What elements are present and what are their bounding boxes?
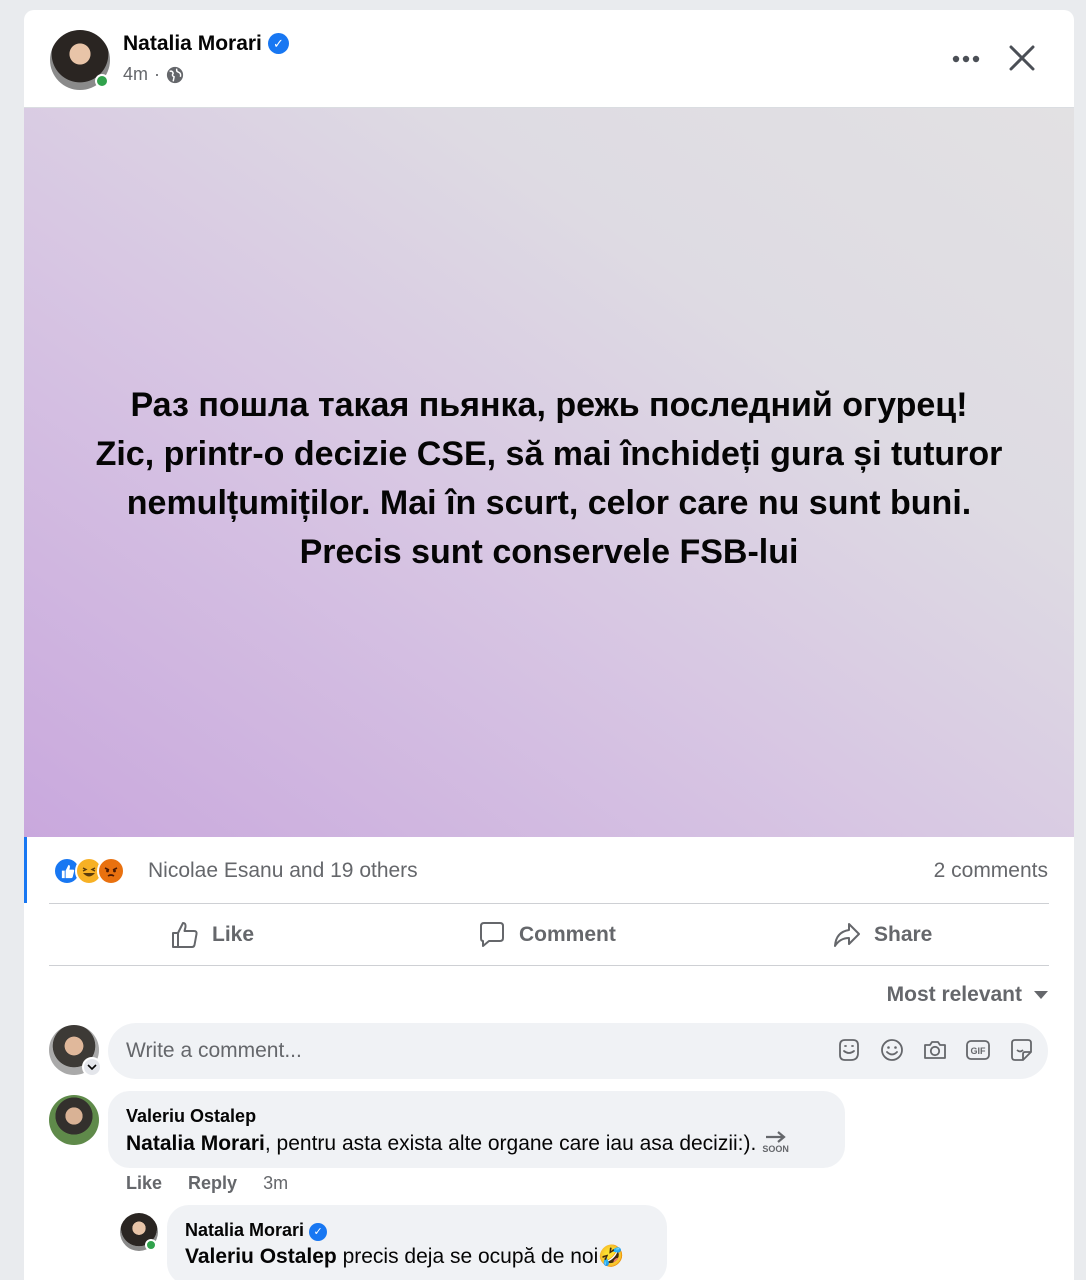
comment-bubble: Valeriu Ostalep Natalia Morari, pentru a… xyxy=(108,1091,845,1168)
reply-author[interactable]: Natalia Morari xyxy=(185,1220,304,1240)
comment-actions: Like Reply 3m xyxy=(126,1173,288,1194)
share-label: Share xyxy=(874,922,933,946)
comment-label: Comment xyxy=(519,922,616,946)
close-icon[interactable] xyxy=(1004,40,1040,76)
soon-emoji-label: SOON xyxy=(762,1144,789,1154)
author-name-row: Natalia Morari ✓ xyxy=(123,32,289,56)
like-label: Like xyxy=(212,922,255,946)
reply-bubble: Natalia Morari ✓ Valeriu Ostalep precis d… xyxy=(167,1205,667,1280)
post-header: Natalia Morari ✓ 4m · xyxy=(24,10,1074,108)
online-status-dot xyxy=(95,74,109,88)
reply-body: precis deja se ocupă de noi xyxy=(336,1245,599,1268)
comment-icon xyxy=(480,921,504,947)
comment-composer: GIF xyxy=(108,1023,1048,1079)
post-text-line: Precis sunt conservele FSB-lui xyxy=(299,532,799,571)
meta-separator: · xyxy=(154,64,161,84)
sort-label: Most relevant xyxy=(886,983,1022,1006)
reactors-summary[interactable]: Nicolae Esanu and 19 others xyxy=(148,859,418,883)
avatar-sticker-icon[interactable] xyxy=(836,1037,862,1063)
background-text-post: Раз пошла такая пьянка, режь последний о… xyxy=(24,108,1074,837)
comment-like-button[interactable]: Like xyxy=(126,1173,162,1194)
reactions-bar: Nicolae Esanu and 19 others 2 comments xyxy=(24,837,1074,903)
comment-mention[interactable]: Natalia Morari xyxy=(126,1132,265,1155)
more-options-icon[interactable] xyxy=(944,44,988,74)
composer-tools: GIF xyxy=(836,1037,1034,1063)
reply-text: Valeriu Ostalep precis deja se ocupă de … xyxy=(185,1245,624,1269)
comment-input[interactable] xyxy=(126,1023,806,1079)
reply-author-row: Natalia Morari ✓ xyxy=(185,1220,328,1241)
comment-body: , pentru asta exista alte organe care ia… xyxy=(264,1132,757,1155)
emoji-icon[interactable] xyxy=(879,1037,905,1063)
reaction-icons[interactable] xyxy=(53,857,125,885)
reply-mention[interactable]: Valeriu Ostalep xyxy=(185,1245,337,1268)
comment-sort-dropdown[interactable]: Most relevant xyxy=(887,983,1048,1007)
commenter-avatar[interactable] xyxy=(49,1095,99,1145)
camera-icon[interactable] xyxy=(922,1037,948,1063)
post-text-line: Zic, printr-o decizie CSE, să mai închid… xyxy=(95,434,1003,473)
comment-text: Natalia Morari, pentru asta exista alte … xyxy=(126,1131,789,1156)
svg-text:GIF: GIF xyxy=(971,1046,987,1056)
like-button[interactable]: Like xyxy=(170,904,254,965)
thumbs-up-icon xyxy=(172,921,198,948)
comment-button[interactable]: Comment xyxy=(477,904,616,965)
gif-icon[interactable]: GIF xyxy=(965,1037,991,1063)
angry-icon xyxy=(97,857,125,885)
post-meta: 4m · xyxy=(123,64,184,85)
post-text-line: nemulțumiților. Mai în scurt, celor care… xyxy=(126,483,972,522)
rofl-emoji: 🤣 xyxy=(598,1245,625,1268)
soon-arrow-emoji-icon: SOON xyxy=(762,1131,789,1154)
post-text-line: Раз пошла такая пьянка, режь последний о… xyxy=(130,385,968,424)
verified-badge-icon: ✓ xyxy=(267,33,289,54)
comment-author[interactable]: Valeriu Ostalep xyxy=(126,1106,256,1127)
share-arrow-icon xyxy=(834,922,860,947)
post-dialog: Natalia Morari ✓ 4m · Раз пошла такая пья… xyxy=(24,10,1074,1280)
comment-time[interactable]: 3m xyxy=(263,1173,288,1194)
comments-count[interactable]: 2 comments xyxy=(934,859,1048,883)
share-button[interactable]: Share xyxy=(832,904,932,965)
author-name[interactable]: Natalia Morari xyxy=(123,32,262,55)
post-time[interactable]: 4m xyxy=(123,64,148,85)
caret-down-icon xyxy=(1034,991,1048,999)
globe-icon[interactable] xyxy=(166,66,184,84)
chevron-down-icon[interactable] xyxy=(82,1057,102,1077)
verified-badge-icon: ✓ xyxy=(309,1223,328,1241)
sticker-icon[interactable] xyxy=(1008,1037,1034,1063)
post-text: Раз пошла такая пьянка, режь последний о… xyxy=(59,381,1039,577)
action-bar: Like Comment Share xyxy=(49,903,1049,966)
online-status-dot xyxy=(145,1239,157,1251)
comment-reply-button[interactable]: Reply xyxy=(188,1173,237,1194)
